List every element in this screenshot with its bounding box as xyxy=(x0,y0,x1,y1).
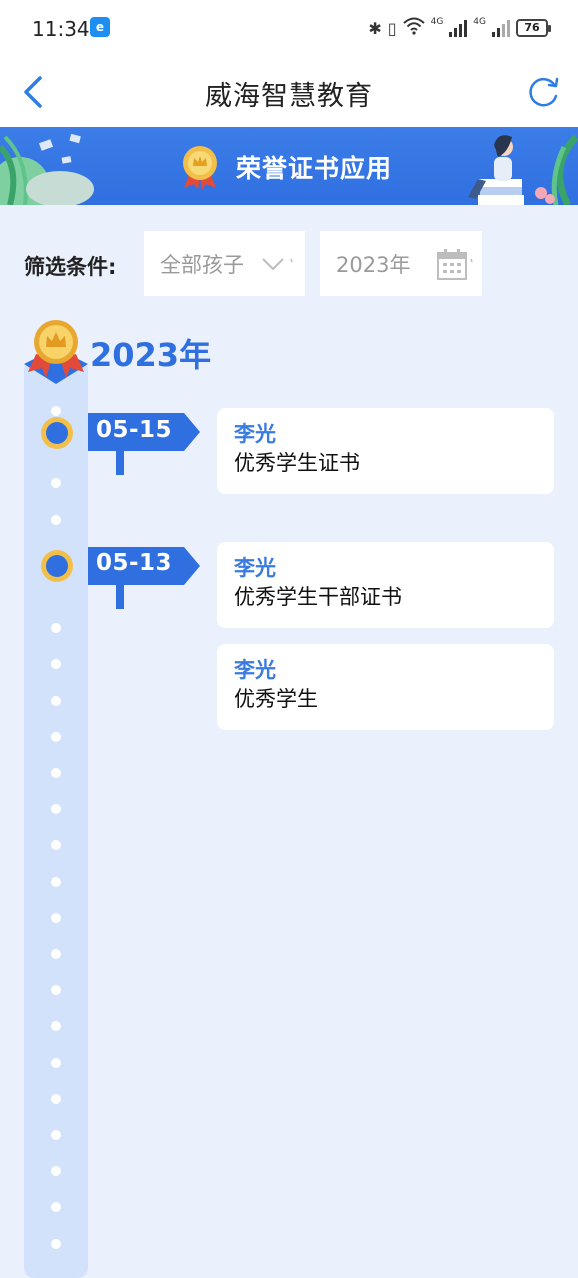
leaf-decoration-left-icon xyxy=(0,133,94,205)
timeline-dot xyxy=(51,623,61,633)
timeline-dot xyxy=(51,732,61,742)
year-filter-value: 2023年 xyxy=(336,252,411,277)
status-time: 11:34 xyxy=(32,17,90,41)
network-tag-1: 4G xyxy=(430,17,444,27)
network-tag-2: 4G xyxy=(473,17,486,27)
timeline-dot xyxy=(51,840,61,850)
student-name: 李光 xyxy=(234,422,276,446)
signal-icon xyxy=(449,19,468,37)
timeline-year: 2023年 xyxy=(90,336,212,374)
battery-icon: 76 xyxy=(516,19,551,37)
timeline-dot xyxy=(51,877,61,887)
date-label: 05-15 xyxy=(96,417,173,443)
wifi-icon xyxy=(402,17,425,39)
date-label: 05-13 xyxy=(96,550,173,576)
certificate-card[interactable]: 李光 优秀学生干部证书 xyxy=(217,542,554,628)
page-title: 威海智慧教育 xyxy=(205,81,373,112)
timeline-node xyxy=(41,550,73,582)
timeline-dot xyxy=(51,985,61,995)
timeline-dot xyxy=(51,478,61,488)
timeline-dot xyxy=(51,659,61,669)
signal-icon-2 xyxy=(492,19,510,37)
banner-title: 荣誉证书应用 xyxy=(236,154,393,183)
timeline-dot xyxy=(51,1094,61,1104)
timeline-dot xyxy=(51,1130,61,1140)
vibrate-icon: ▯ xyxy=(387,18,397,38)
certificate-title: 优秀学生干部证书 xyxy=(234,585,402,609)
certificate-card[interactable]: 李光 优秀学生 xyxy=(217,644,554,730)
certificate-card[interactable]: 李光 优秀学生证书 xyxy=(217,408,554,494)
timeline-dot xyxy=(51,406,61,416)
timeline-dot xyxy=(51,949,61,959)
timeline-dot xyxy=(51,1239,61,1249)
nav-bar: 威海智慧教育 xyxy=(0,56,578,128)
status-icons: ✱ ▯ 4G 4G 76 xyxy=(368,16,551,40)
medal-icon xyxy=(183,146,217,190)
reading-girl-decoration-icon xyxy=(468,134,578,205)
child-filter-select[interactable]: 全部孩子 xyxy=(144,231,305,296)
timeline-dot xyxy=(51,696,61,706)
child-filter-value: 全部孩子 xyxy=(160,252,244,277)
timeline-dot xyxy=(51,1166,61,1176)
timeline-dot xyxy=(51,1058,61,1068)
status-bar: 11:34 e ✱ ▯ 4G 4G 76 xyxy=(0,0,578,56)
bluetooth-icon: ✱ xyxy=(368,18,382,38)
timeline-dot xyxy=(51,1021,61,1031)
calendar-icon xyxy=(437,249,473,280)
timeline-track xyxy=(24,360,88,1278)
year-filter-select[interactable]: 2023年 xyxy=(320,231,482,296)
year-medal-icon xyxy=(24,320,88,384)
certificate-title: 优秀学生 xyxy=(234,687,318,711)
timeline-dot xyxy=(51,913,61,923)
certificate-title: 优秀学生证书 xyxy=(234,451,360,475)
student-name: 李光 xyxy=(234,658,276,682)
timeline-dot xyxy=(51,768,61,778)
timeline-dot xyxy=(51,804,61,814)
timeline-dot xyxy=(51,515,61,525)
honor-banner: 荣誉证书应用 xyxy=(0,127,578,205)
timeline-node xyxy=(41,417,73,449)
app-notification-icon: e xyxy=(90,17,110,37)
timeline-dot xyxy=(51,1202,61,1212)
filter-label: 筛选条件: xyxy=(24,255,117,279)
refresh-icon[interactable] xyxy=(526,76,560,110)
chevron-down-icon xyxy=(262,258,293,271)
student-name: 李光 xyxy=(234,556,276,580)
